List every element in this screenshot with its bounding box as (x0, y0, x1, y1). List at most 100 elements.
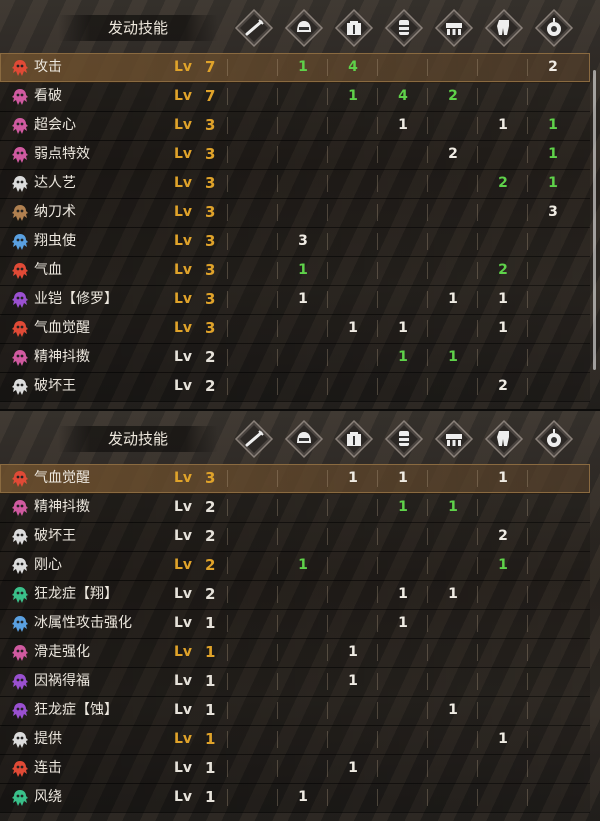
column-divider (377, 378, 378, 395)
skill-row[interactable]: 狂龙症【翔】 Lv 2 1 1 (0, 580, 590, 610)
column-divider (277, 673, 278, 690)
column-divider (277, 204, 278, 221)
skill-row[interactable]: 刚心 Lv 2 1 1 (0, 551, 590, 581)
column-divider (477, 204, 478, 221)
column-divider (327, 499, 328, 516)
level-label: Lv (174, 615, 193, 631)
arms-icon (384, 419, 424, 459)
column-divider (477, 291, 478, 308)
skill-level: 3 (205, 174, 216, 192)
skill-row[interactable]: 破坏王 Lv 2 2 (0, 372, 590, 402)
column-divider (427, 557, 428, 574)
skill-row[interactable]: 连击 Lv 1 1 (0, 754, 590, 784)
column-divider (327, 789, 328, 806)
skill-points-arms: 1 (398, 499, 408, 515)
skill-icon (11, 789, 29, 807)
skill-level: 1 (205, 614, 216, 632)
level-label: Lv (174, 470, 193, 486)
skill-name: 风绕 (34, 789, 62, 805)
skill-row[interactable]: 弱点特效 Lv 3 2 1 (0, 140, 590, 170)
level-label: Lv (174, 673, 193, 689)
column-divider (327, 262, 328, 279)
legs-icon (484, 8, 524, 48)
column-divider (377, 88, 378, 105)
column-divider (227, 175, 228, 192)
column-divider (477, 586, 478, 603)
skill-level: 3 (205, 469, 216, 487)
column-divider (427, 59, 428, 76)
skill-points-waist: 1 (448, 291, 458, 307)
column-divider (427, 349, 428, 366)
skill-row[interactable]: 破坏王 Lv 2 2 (0, 522, 590, 552)
column-divider (327, 673, 328, 690)
column-divider (227, 59, 228, 76)
column-divider (377, 233, 378, 250)
skill-points-legs: 2 (498, 528, 508, 544)
column-divider (527, 291, 528, 308)
column-divider (327, 146, 328, 163)
column-divider (227, 378, 228, 395)
skill-row[interactable]: 狂龙症【蚀】 Lv 1 1 (0, 696, 590, 726)
column-divider (427, 644, 428, 661)
skill-points-legs: 1 (498, 557, 508, 573)
skill-level: 2 (205, 527, 216, 545)
level-label: Lv (174, 644, 193, 660)
column-divider (477, 378, 478, 395)
skill-row[interactable]: 滑走强化 Lv 1 1 (0, 638, 590, 668)
column-divider (227, 88, 228, 105)
column-divider (227, 117, 228, 134)
skill-row[interactable]: 风绕 Lv 1 1 (0, 783, 590, 813)
scrollbar[interactable] (593, 70, 596, 370)
skill-points-chest: 1 (348, 644, 358, 660)
skill-row[interactable]: 攻击 Lv 7 1 4 2 (0, 53, 590, 83)
skill-icon (11, 59, 29, 77)
skill-points-talisman: 3 (548, 204, 558, 220)
skill-row[interactable]: 业铠【修罗】 Lv 3 1 1 1 (0, 285, 590, 315)
column-divider (227, 760, 228, 777)
skill-level: 2 (205, 348, 216, 366)
column-divider (477, 349, 478, 366)
column-divider (227, 320, 228, 337)
skill-row[interactable]: 气血 Lv 3 1 2 (0, 256, 590, 286)
skill-row[interactable]: 精神抖擞 Lv 2 1 1 (0, 343, 590, 373)
skill-row[interactable]: 达人艺 Lv 3 2 1 (0, 169, 590, 199)
column-divider (277, 470, 278, 487)
skill-name: 气血觉醒 (34, 470, 90, 486)
skill-row[interactable]: 因祸得福 Lv 1 1 (0, 667, 590, 697)
skill-name: 气血 (34, 262, 62, 278)
column-divider (277, 349, 278, 366)
helm-icon (284, 419, 324, 459)
column-divider (377, 615, 378, 632)
panel-title: 发动技能 (58, 15, 218, 41)
skill-name: 业铠【修罗】 (34, 291, 118, 307)
skill-row[interactable]: 翔虫使 Lv 3 3 (0, 227, 590, 257)
column-divider (477, 789, 478, 806)
skill-points-arms: 1 (398, 320, 408, 336)
level-label: Lv (174, 59, 193, 75)
column-divider (527, 557, 528, 574)
skill-row[interactable]: 纳刀术 Lv 3 3 (0, 198, 590, 228)
skill-row[interactable]: 提供 Lv 1 1 (0, 725, 590, 755)
column-divider (527, 233, 528, 250)
skill-row[interactable]: 精神抖擞 Lv 2 1 1 (0, 493, 590, 523)
skill-icon (11, 88, 29, 106)
column-divider (227, 233, 228, 250)
skill-row[interactable]: 气血觉醒 Lv 3 1 1 1 (0, 314, 590, 344)
panel-header: 发动技能 (0, 0, 600, 52)
column-divider (277, 59, 278, 76)
column-divider (327, 88, 328, 105)
skill-name: 翔虫使 (34, 233, 76, 249)
skill-points-arms: 1 (398, 615, 408, 631)
skill-row[interactable]: 气血觉醒 Lv 3 1 1 1 (0, 464, 590, 494)
level-label: Lv (174, 204, 193, 220)
skill-points-helm: 1 (298, 262, 308, 278)
skill-row[interactable]: 看破 Lv 7 1 4 2 (0, 82, 590, 112)
skill-row[interactable]: 超会心 Lv 3 1 1 1 (0, 111, 590, 141)
column-divider (327, 528, 328, 545)
column-divider (327, 175, 328, 192)
skill-points-waist: 1 (448, 586, 458, 602)
skill-icon (11, 586, 29, 604)
column-divider (377, 59, 378, 76)
skill-row[interactable]: 冰属性攻击强化 Lv 1 1 (0, 609, 590, 639)
skill-icon (11, 291, 29, 309)
